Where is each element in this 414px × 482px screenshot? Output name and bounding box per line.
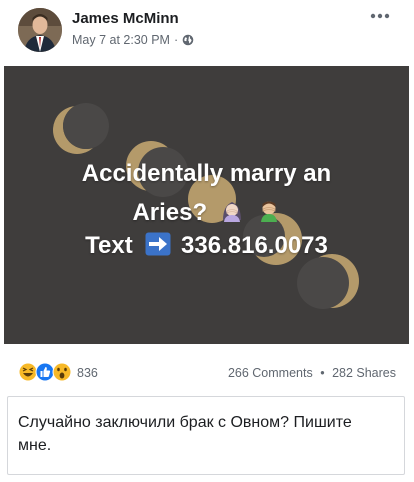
more-options-icon [370, 13, 390, 19]
haha-reaction-icon [18, 362, 38, 382]
woman-facepalming-icon [220, 198, 244, 229]
wow-reaction-icon [52, 362, 72, 382]
post-timestamp[interactable]: May 7 at 2:30 PM [72, 33, 170, 47]
comment-box: Случайно заключили брак с Овном? Пишите … [7, 396, 405, 475]
comments-count[interactable]: 266 Comments [228, 366, 313, 380]
image-text-line-1: Accidentally marry an [81, 160, 332, 187]
author-avatar[interactable] [18, 8, 62, 52]
globe-icon [182, 34, 194, 46]
image-text-line-2-label: Aries? [132, 198, 208, 226]
more-options-button[interactable] [368, 6, 392, 26]
post-meta: May 7 at 2:30 PM · [72, 33, 194, 47]
author-name[interactable]: James McMinn [72, 10, 179, 27]
like-reaction-icon [35, 362, 55, 382]
image-text-line-3: Text 336.816.0073 [4, 232, 409, 263]
reaction-count[interactable]: 836 [77, 366, 98, 380]
reactions-bar: 836 266 Comments • 282 Shares [0, 358, 414, 386]
reaction-icons[interactable] [18, 361, 78, 383]
image-text-line-3-prefix: Text [85, 232, 133, 259]
meta-separator: · [173, 33, 179, 47]
shares-count[interactable]: 282 Shares [332, 366, 396, 380]
comment-text: Случайно заключили брак с Овном? Пишите … [18, 414, 352, 454]
image-text-phone-number: 336.816.0073 [181, 232, 328, 259]
post-card: James McMinn May 7 at 2:30 PM · Accident… [0, 0, 414, 482]
man-facepalming-icon [257, 198, 281, 229]
post-image[interactable]: Accidentally marry an Aries? Text 336.81… [4, 66, 409, 344]
person-avatar-icon [18, 8, 62, 52]
post-stats: 266 Comments • 282 Shares [228, 366, 396, 380]
stats-separator: • [320, 366, 325, 380]
image-text-line-2: Aries? [4, 198, 409, 229]
post-header: James McMinn May 7 at 2:30 PM · [0, 0, 414, 66]
right-arrow-icon [145, 232, 171, 263]
